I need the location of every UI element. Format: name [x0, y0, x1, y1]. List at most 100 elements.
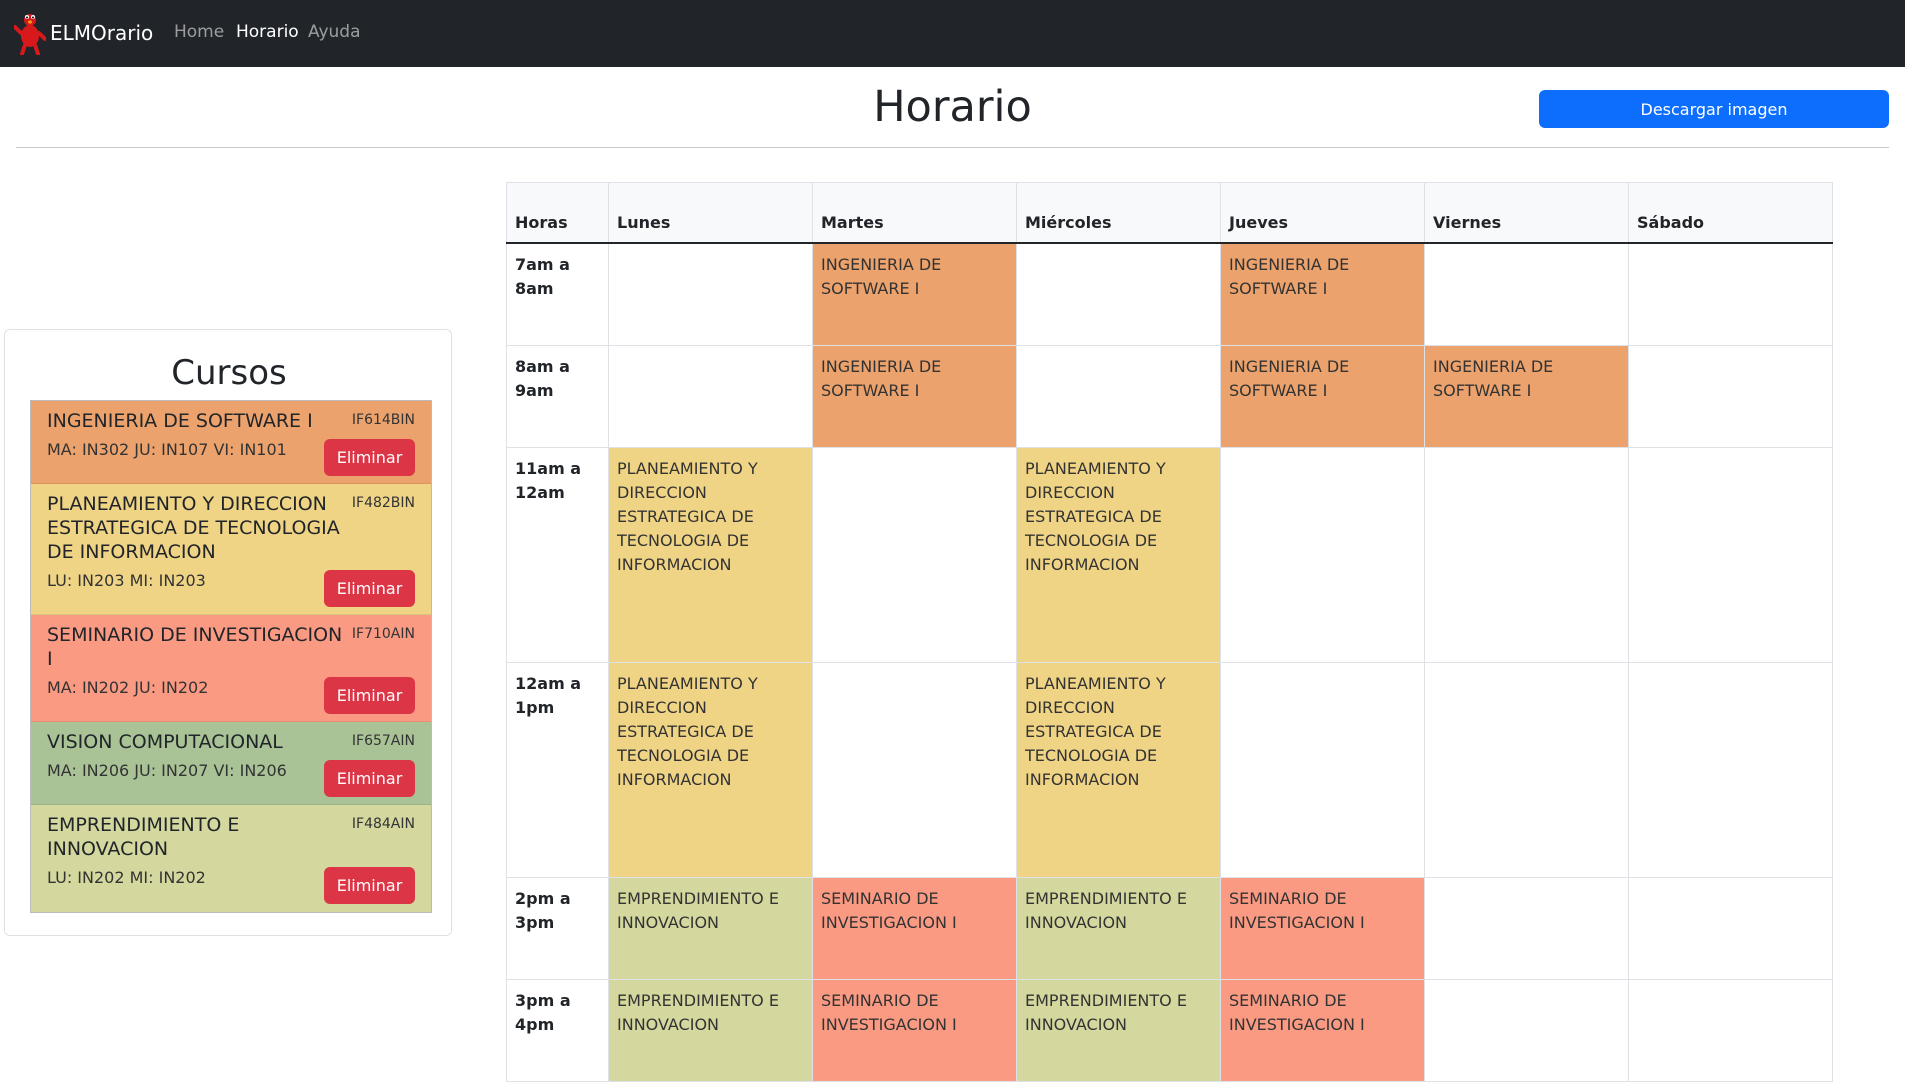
course-name: EMPRENDIMIENTO E INNOVACION [47, 814, 240, 860]
schedule-row: 8am a 9am INGENIERIA DE SOFTWARE I INGEN… [506, 344, 1833, 448]
schedule-cell: SEMINARIO DE INVESTIGACION I [812, 876, 1017, 980]
course-block: PLANEAMIENTO Y DIRECCION ESTRATEGICA DE … [617, 458, 758, 574]
course-rooms: MA: IN202 JU: IN202 [47, 678, 209, 697]
course-code: IF614BIN [351, 412, 415, 428]
delete-course-button[interactable]: Eliminar [324, 570, 415, 607]
brand-link[interactable]: ELMOrario [14, 10, 153, 56]
course-code: IF710AIN [351, 626, 415, 642]
course-name: VISION COMPUTACIONAL [47, 731, 283, 753]
course-item: VISION COMPUTACIONAL IF657AIN MA: IN206 … [31, 722, 431, 805]
schedule-cell: INGENIERIA DE SOFTWARE I [812, 242, 1017, 346]
schedule-cell: INGENIERIA DE SOFTWARE I [1424, 344, 1629, 448]
course-item: PLANEAMIENTO Y DIRECCION ESTRATEGICA DE … [31, 484, 431, 615]
header-cell: Lunes [608, 182, 813, 244]
course-block: INGENIERIA DE SOFTWARE I [1433, 356, 1554, 400]
divider [16, 147, 1889, 148]
schedule-cell [1016, 242, 1221, 346]
schedule-cell: SEMINARIO DE INVESTIGACION I [1220, 876, 1425, 980]
course-block: EMPRENDIMIENTO E INNOVACION [617, 990, 779, 1034]
schedule-cell: PLANEAMIENTO Y DIRECCION ESTRATEGICA DE … [608, 661, 813, 878]
schedule-row: 7am a 8am INGENIERIA DE SOFTWARE I INGEN… [506, 242, 1833, 346]
header-cell: Jueves [1220, 182, 1425, 244]
hour-cell: 12am a 1pm [506, 661, 609, 878]
course-list: INGENIERIA DE SOFTWARE I IF614BIN MA: IN… [30, 400, 432, 913]
brand-name: ELMOrario [50, 21, 154, 45]
schedule-cell [1628, 344, 1833, 448]
schedule-header-row: Horas Lunes Martes Miércoles Jueves Vier… [506, 182, 1833, 244]
hour-cell: 11am a 12am [506, 446, 609, 663]
course-item: INGENIERIA DE SOFTWARE I IF614BIN MA: IN… [31, 401, 431, 484]
schedule-cell [1424, 876, 1629, 980]
schedule-cell [1424, 661, 1629, 878]
schedule-cell: PLANEAMIENTO Y DIRECCION ESTRATEGICA DE … [608, 446, 813, 663]
hour-cell: 7am a 8am [506, 242, 609, 346]
course-block: INGENIERIA DE SOFTWARE I [821, 356, 942, 400]
course-block: SEMINARIO DE INVESTIGACION I [1229, 888, 1365, 932]
nav-link-home[interactable]: Home [174, 22, 224, 42]
download-image-button[interactable]: Descargar imagen [1539, 90, 1889, 128]
schedule-cell: EMPRENDIMIENTO E INNOVACION [1016, 978, 1221, 1082]
schedule-cell [1628, 446, 1833, 663]
schedule-cell [1628, 978, 1833, 1082]
nav-link-ayuda[interactable]: Ayuda [308, 22, 361, 42]
navbar: ELMOrario Home Horario Ayuda [0, 0, 1905, 67]
schedule-cell: SEMINARIO DE INVESTIGACION I [1220, 978, 1425, 1082]
course-block: EMPRENDIMIENTO E INNOVACION [1025, 990, 1187, 1034]
course-item: SEMINARIO DE INVESTIGACION I IF710AIN MA… [31, 615, 431, 722]
schedule-cell: EMPRENDIMIENTO E INNOVACION [1016, 876, 1221, 980]
course-block: INGENIERIA DE SOFTWARE I [1229, 255, 1350, 298]
course-block: INGENIERIA DE SOFTWARE I [1229, 356, 1350, 400]
schedule-cell [1424, 242, 1629, 346]
course-block: EMPRENDIMIENTO E INNOVACION [1025, 888, 1187, 932]
schedule-cell [1628, 876, 1833, 980]
course-block: PLANEAMIENTO Y DIRECCION ESTRATEGICA DE … [1025, 673, 1166, 789]
hour-cell: 8am a 9am [506, 344, 609, 448]
course-block: EMPRENDIMIENTO E INNOVACION [617, 888, 779, 932]
schedule-row: 3pm a 4pm EMPRENDIMIENTO E INNOVACION SE… [506, 978, 1833, 1082]
schedule-cell: EMPRENDIMIENTO E INNOVACION [608, 978, 813, 1082]
schedule-cell [608, 242, 813, 346]
courses-card: Cursos INGENIERIA DE SOFTWARE I IF614BIN… [4, 329, 452, 936]
course-rooms: MA: IN302 JU: IN107 VI: IN101 [47, 440, 287, 459]
schedule-cell: PLANEAMIENTO Y DIRECCION ESTRATEGICA DE … [1016, 661, 1221, 878]
schedule-cell [1220, 661, 1425, 878]
course-block: SEMINARIO DE INVESTIGACION I [1229, 990, 1365, 1034]
elmo-logo-icon [14, 14, 46, 55]
schedule-cell [1220, 446, 1425, 663]
delete-course-button[interactable]: Eliminar [324, 867, 415, 904]
schedule-cell [1424, 446, 1629, 663]
schedule-row: 12am a 1pm PLANEAMIENTO Y DIRECCION ESTR… [506, 661, 1833, 878]
course-rooms: MA: IN206 JU: IN207 VI: IN206 [47, 761, 287, 780]
schedule-cell: INGENIERIA DE SOFTWARE I [1220, 344, 1425, 448]
schedule-cell [1016, 344, 1221, 448]
schedule-cell: PLANEAMIENTO Y DIRECCION ESTRATEGICA DE … [1016, 446, 1221, 663]
course-name: PLANEAMIENTO Y DIRECCION ESTRATEGICA DE … [47, 493, 340, 563]
schedule-cell: SEMINARIO DE INVESTIGACION I [812, 978, 1017, 1082]
course-rooms: LU: IN202 MI: IN202 [47, 868, 206, 887]
hour-cell: 3pm a 4pm [506, 978, 609, 1082]
course-block: INGENIERIA DE SOFTWARE I [821, 255, 942, 298]
schedule-cell [608, 344, 813, 448]
course-block: SEMINARIO DE INVESTIGACION I [821, 888, 957, 932]
header-cell: Martes [812, 182, 1017, 244]
nav-link-horario[interactable]: Horario [236, 22, 299, 42]
course-block: SEMINARIO DE INVESTIGACION I [821, 990, 957, 1034]
schedule-cell [812, 661, 1017, 878]
schedule-cell: INGENIERIA DE SOFTWARE I [1220, 242, 1425, 346]
delete-course-button[interactable]: Eliminar [324, 760, 415, 797]
schedule-row: 11am a 12am PLANEAMIENTO Y DIRECCION EST… [506, 446, 1833, 663]
course-block: PLANEAMIENTO Y DIRECCION ESTRATEGICA DE … [617, 673, 758, 789]
course-rooms: LU: IN203 MI: IN203 [47, 571, 206, 590]
hour-cell: 2pm a 3pm [506, 876, 609, 980]
course-name: INGENIERIA DE SOFTWARE I [47, 410, 313, 432]
header-cell: Miércoles [1016, 182, 1221, 244]
courses-title: Cursos [171, 353, 287, 393]
schedule-cell [1424, 978, 1629, 1082]
course-name: SEMINARIO DE INVESTIGACION I [47, 624, 343, 670]
course-code: IF482BIN [351, 495, 415, 511]
header-cell: Sábado [1628, 182, 1833, 244]
delete-course-button[interactable]: Eliminar [324, 677, 415, 714]
delete-course-button[interactable]: Eliminar [324, 439, 415, 476]
header-cell: Viernes [1424, 182, 1629, 244]
schedule-cell [812, 446, 1017, 663]
